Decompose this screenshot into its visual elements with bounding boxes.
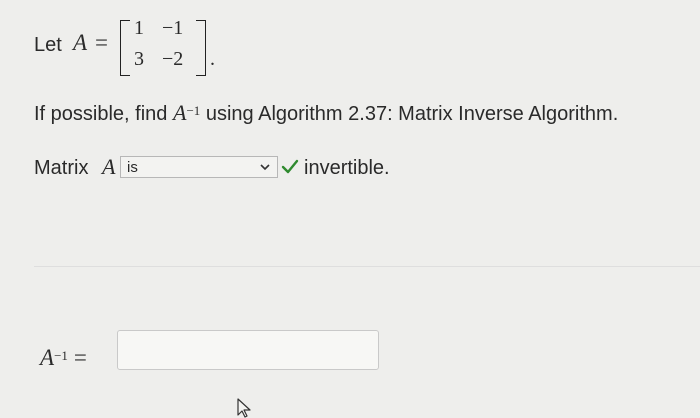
equals-sign: = xyxy=(95,30,108,55)
chevron-down-icon xyxy=(260,164,270,171)
left-bracket xyxy=(120,20,130,76)
matrix-variable-inline: A xyxy=(102,154,116,179)
inverse-superscript: −1 xyxy=(186,103,201,118)
check-icon xyxy=(281,159,299,174)
instruction-variable: A xyxy=(172,100,187,125)
answer-variable: A xyxy=(40,345,55,370)
matrix-cell-1-2: −1 xyxy=(162,17,184,39)
matrix-variable: A xyxy=(73,30,88,55)
answer-equals: = xyxy=(73,345,87,370)
matrix-cell-2-1: 3 xyxy=(134,48,144,70)
right-bracket xyxy=(196,20,206,76)
instruction-text: If possible, find A−1 using Algorithm 2.… xyxy=(34,100,618,126)
mouse-cursor-icon xyxy=(237,398,251,418)
answer-input[interactable] xyxy=(117,330,379,370)
instruction-prefix: If possible, find xyxy=(34,103,168,125)
matrix-cell-2-2: −2 xyxy=(162,48,184,70)
matrix-period: . xyxy=(210,48,215,70)
matrix-cell-1-1: 1 xyxy=(134,17,144,39)
answer-superscript: −1 xyxy=(54,348,68,363)
select-value: is xyxy=(127,159,138,176)
matrix-label: Matrix xyxy=(34,157,89,179)
section-divider xyxy=(34,266,700,267)
instruction-suffix: using Algorithm 2.37: Matrix Inverse Alg… xyxy=(205,103,619,125)
invertibility-select[interactable]: is xyxy=(120,156,278,178)
answer-label: A−1 = xyxy=(40,345,87,371)
let-label: Let xyxy=(34,34,62,56)
invertible-label: invertible. xyxy=(304,157,390,179)
matrix-a: 1 −1 3 −2 . xyxy=(120,17,232,76)
